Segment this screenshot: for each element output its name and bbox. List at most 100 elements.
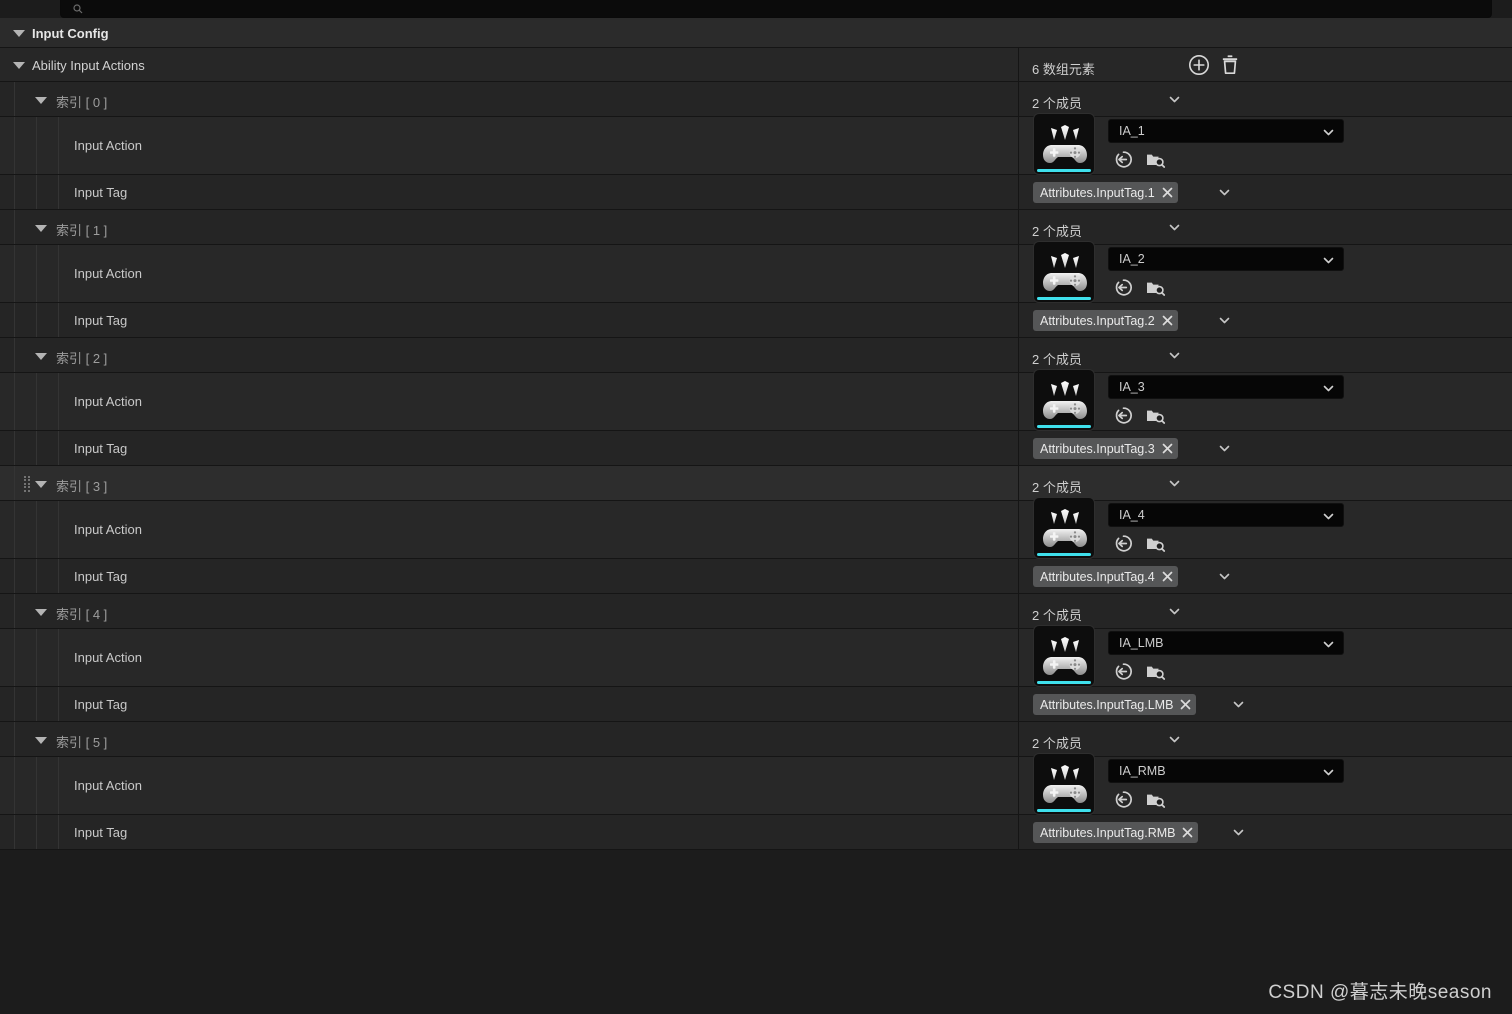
input-tag-row-4[interactable]: Input Tag Attributes.InputTag.LMB (0, 687, 1512, 722)
element-members-chevron-0[interactable] (1168, 93, 1181, 106)
remove-tag-icon-2[interactable] (1161, 442, 1174, 455)
element-members-chevron-5[interactable] (1168, 733, 1181, 746)
column-divider[interactable] (1018, 245, 1019, 303)
input-action-combobox-1[interactable]: IA_2 (1108, 247, 1344, 271)
column-divider[interactable] (1018, 722, 1019, 757)
input-action-dropdown-chevron-5[interactable] (1322, 766, 1335, 784)
input-action-combobox-4[interactable]: IA_LMB (1108, 631, 1344, 655)
remove-tag-icon-4[interactable] (1179, 698, 1192, 711)
input-action-thumbnail-5[interactable] (1033, 753, 1095, 815)
browse-to-asset-button-1[interactable] (1114, 278, 1133, 302)
find-in-content-browser-button-2[interactable] (1145, 406, 1166, 430)
element-members-chevron-3[interactable] (1168, 477, 1181, 490)
input-action-row-4[interactable]: Input Action IA_LMB (0, 625, 1512, 687)
input-action-thumbnail-1[interactable] (1033, 241, 1095, 303)
column-divider[interactable] (1018, 117, 1019, 175)
array-property-row[interactable]: Ability Input Actions 6 数组元素 (0, 48, 1512, 82)
column-divider[interactable] (1018, 338, 1019, 373)
input-action-row-2[interactable]: Input Action IA_3 (0, 369, 1512, 431)
browse-to-asset-button-4[interactable] (1114, 662, 1133, 686)
input-tag-dropdown-chevron-5[interactable] (1232, 826, 1245, 839)
remove-tag-icon-3[interactable] (1161, 570, 1174, 583)
input-action-dropdown-chevron-4[interactable] (1322, 638, 1335, 656)
element-expand-arrow-0[interactable] (35, 96, 47, 104)
column-divider[interactable] (1018, 815, 1019, 850)
input-action-row-1[interactable]: Input Action IA_2 (0, 241, 1512, 303)
browse-to-asset-button-2[interactable] (1114, 406, 1133, 430)
array-element-row-2[interactable]: 索引 [ 2 ] 2 个成员 (0, 338, 1512, 373)
input-tag-chip-0[interactable]: Attributes.InputTag.1 (1033, 182, 1178, 203)
column-divider[interactable] (1018, 48, 1019, 82)
browse-to-asset-button-3[interactable] (1114, 534, 1133, 558)
element-members-chevron-2[interactable] (1168, 349, 1181, 362)
column-divider[interactable] (1018, 757, 1019, 815)
input-action-thumbnail-0[interactable] (1033, 113, 1095, 175)
column-divider[interactable] (1018, 373, 1019, 431)
input-tag-row-3[interactable]: Input Tag Attributes.InputTag.4 (0, 559, 1512, 594)
array-expand-arrow[interactable] (13, 62, 25, 69)
input-tag-chip-5[interactable]: Attributes.InputTag.RMB (1033, 822, 1199, 843)
column-divider[interactable] (1018, 559, 1019, 594)
column-divider[interactable] (1018, 629, 1019, 687)
find-in-content-browser-button-3[interactable] (1145, 534, 1166, 558)
delete-all-elements-button[interactable] (1219, 53, 1241, 82)
column-divider[interactable] (1018, 82, 1019, 117)
array-element-row-4[interactable]: 索引 [ 4 ] 2 个成员 (0, 594, 1512, 629)
input-action-combobox-2[interactable]: IA_3 (1108, 375, 1344, 399)
find-in-content-browser-button-5[interactable] (1145, 790, 1166, 814)
array-element-row-3[interactable]: 索引 [ 3 ] 2 个成员 (0, 466, 1512, 501)
input-action-combobox-3[interactable]: IA_4 (1108, 503, 1344, 527)
input-tag-dropdown-chevron-4[interactable] (1232, 698, 1245, 711)
category-expand-arrow[interactable] (13, 30, 25, 37)
remove-tag-icon-1[interactable] (1161, 314, 1174, 327)
input-tag-chip-3[interactable]: Attributes.InputTag.4 (1033, 566, 1178, 587)
column-divider[interactable] (1018, 594, 1019, 629)
input-action-row-0[interactable]: Input Action IA_1 (0, 113, 1512, 175)
input-tag-chip-4[interactable]: Attributes.InputTag.LMB (1033, 694, 1197, 715)
element-expand-arrow-3[interactable] (35, 480, 47, 488)
browse-to-asset-button-0[interactable] (1114, 150, 1133, 174)
element-members-chevron-1[interactable] (1168, 221, 1181, 234)
input-tag-chip-2[interactable]: Attributes.InputTag.3 (1033, 438, 1178, 459)
array-element-row-1[interactable]: 索引 [ 1 ] 2 个成员 (0, 210, 1512, 245)
browse-to-asset-button-5[interactable] (1114, 790, 1133, 814)
input-action-row-3[interactable]: Input Action IA_4 (0, 497, 1512, 559)
column-divider[interactable] (1018, 210, 1019, 245)
input-action-combobox-5[interactable]: IA_RMB (1108, 759, 1344, 783)
input-tag-row-2[interactable]: Input Tag Attributes.InputTag.3 (0, 431, 1512, 466)
search-input[interactable] (60, 0, 1492, 18)
column-divider[interactable] (1018, 466, 1019, 501)
element-members-chevron-4[interactable] (1168, 605, 1181, 618)
input-action-combobox-0[interactable]: IA_1 (1108, 119, 1344, 143)
input-action-row-5[interactable]: Input Action IA_RMB (0, 753, 1512, 815)
array-element-row-5[interactable]: 索引 [ 5 ] 2 个成员 (0, 722, 1512, 757)
find-in-content-browser-button-1[interactable] (1145, 278, 1166, 302)
input-action-thumbnail-3[interactable] (1033, 497, 1095, 559)
remove-tag-icon-0[interactable] (1161, 186, 1174, 199)
input-tag-chip-1[interactable]: Attributes.InputTag.2 (1033, 310, 1178, 331)
category-row-input-config[interactable]: Input Config (0, 18, 1512, 48)
drag-handle[interactable] (24, 476, 30, 492)
input-action-thumbnail-2[interactable] (1033, 369, 1095, 431)
column-divider[interactable] (1018, 501, 1019, 559)
element-expand-arrow-4[interactable] (35, 608, 47, 616)
input-tag-dropdown-chevron-1[interactable] (1218, 314, 1231, 327)
input-tag-dropdown-chevron-2[interactable] (1218, 442, 1231, 455)
input-action-dropdown-chevron-3[interactable] (1322, 510, 1335, 528)
input-tag-row-5[interactable]: Input Tag Attributes.InputTag.RMB (0, 815, 1512, 850)
remove-tag-icon-5[interactable] (1181, 826, 1194, 839)
column-divider[interactable] (1018, 687, 1019, 722)
input-tag-row-0[interactable]: Input Tag Attributes.InputTag.1 (0, 175, 1512, 210)
element-expand-arrow-2[interactable] (35, 352, 47, 360)
input-tag-dropdown-chevron-0[interactable] (1218, 186, 1231, 199)
column-divider[interactable] (1018, 303, 1019, 338)
column-divider[interactable] (1018, 431, 1019, 466)
input-action-dropdown-chevron-1[interactable] (1322, 254, 1335, 272)
add-element-button[interactable] (1187, 53, 1211, 82)
input-tag-row-1[interactable]: Input Tag Attributes.InputTag.2 (0, 303, 1512, 338)
element-expand-arrow-5[interactable] (35, 736, 47, 744)
input-action-thumbnail-4[interactable] (1033, 625, 1095, 687)
array-element-row-0[interactable]: 索引 [ 0 ] 2 个成员 (0, 82, 1512, 117)
column-divider[interactable] (1018, 175, 1019, 210)
input-action-dropdown-chevron-2[interactable] (1322, 382, 1335, 400)
